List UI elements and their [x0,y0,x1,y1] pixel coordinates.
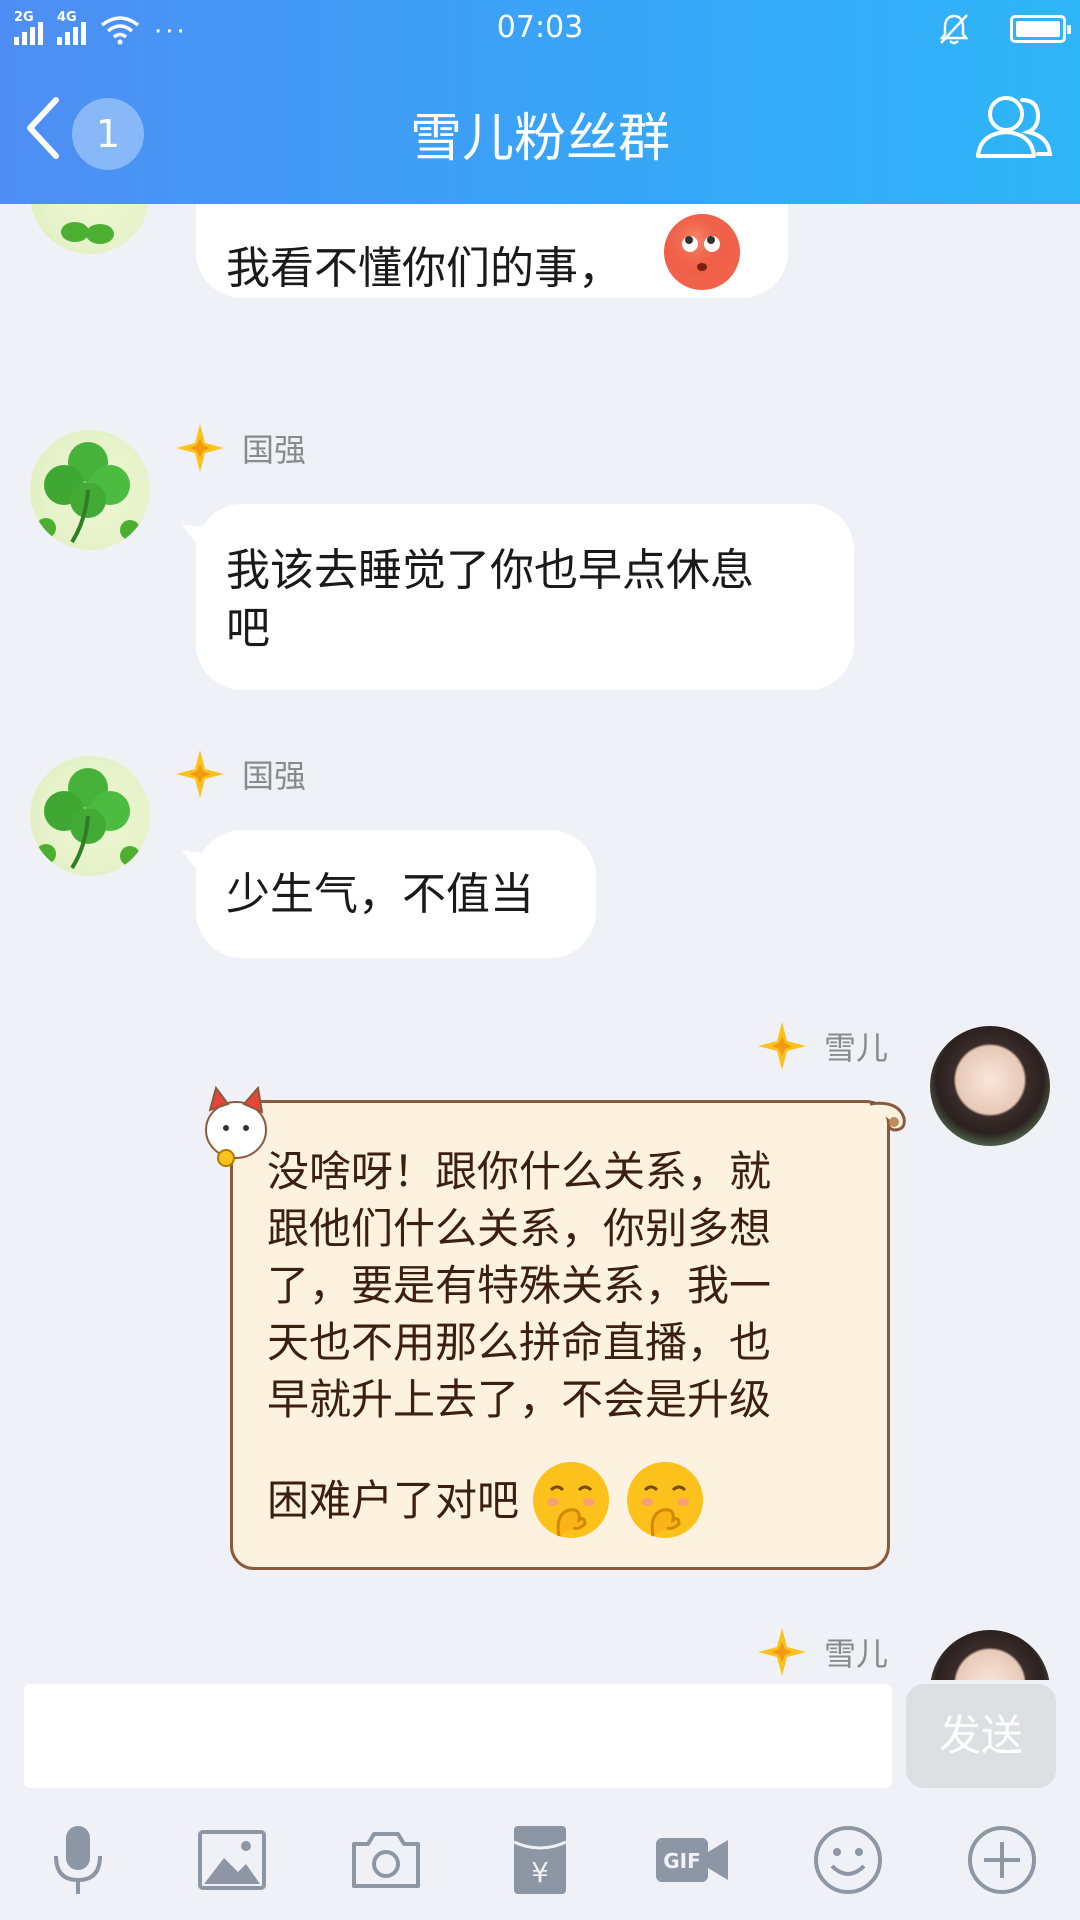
message-line: 了，要是有特殊关系，我一 [267,1261,772,1310]
chat-messages[interactable]: 我看不懂你们的事， 国强 我该去睡觉了你也早点休息 吧 国强 少生气，不值当 雪… [0,204,1080,1680]
navbar: 1 雪儿粉丝群 [0,78,1080,178]
chat-header: 2G 4G ··· 07:03 1 雪儿粉丝群 [0,0,1080,204]
gif-icon[interactable]: GIF [652,1820,732,1900]
scroll-curl-icon [869,1101,906,1132]
message-text: 没啥呀！跟你什么关系，就 跟他们什么关系，你别多想 了，要是有特殊关系，我一 天… [267,1143,867,1542]
clover-icon [36,442,140,544]
group-members-button[interactable] [972,86,1056,170]
message-line: 困难户了对吧 [267,1475,520,1525]
mute-bell-icon [939,14,969,45]
avatar-xueer[interactable] [930,1630,1050,1680]
sender-name[interactable]: 国强 [242,751,306,797]
message-line: 跟他们什么关系，你别多想 [267,1204,772,1253]
member-level-star-icon [758,1022,806,1070]
clover-icon [61,222,114,244]
avatar-guoqiang[interactable] [30,204,150,254]
message-bubble[interactable]: 少生气，不值当 [182,830,596,958]
member-level-star-icon [176,750,224,798]
plus-more-icon[interactable] [962,1820,1042,1900]
message-bubble-scroll[interactable]: 没啥呀！跟你什么关系，就 跟他们什么关系，你别多想 了，要是有特殊关系，我一 天… [230,1100,890,1570]
sender-name[interactable]: 雪儿 [824,1023,888,1069]
message-text: 我看不懂你们的事， [226,243,622,294]
emoji-icon[interactable] [808,1820,888,1900]
sender-name-row: 国强 [176,750,306,798]
svg-text:GIF: GIF [663,1849,701,1873]
avatar-guoqiang[interactable] [30,430,150,550]
sender-name[interactable]: 国强 [242,425,306,471]
input-bar: 发送 ¥ GIF [0,1680,1080,1920]
avatar-guoqiang[interactable] [30,756,150,876]
message-bubble[interactable]: 我该去睡觉了你也早点休息 吧 [182,504,854,690]
message-line: 我该去睡觉了你也早点休息 [226,545,754,596]
image-picker-icon[interactable] [192,1820,272,1900]
message-text: 我该去睡觉了你也早点休息 吧 [226,542,826,658]
sender-name-row: 雪儿 [758,1628,888,1676]
message-text: 少生气，不值当 [226,869,534,920]
member-level-star-icon [176,424,224,472]
svg-text:¥: ¥ [531,1856,549,1889]
message-line: 没啥呀！跟你什么关系，就 [267,1147,772,1196]
voice-mic-icon[interactable] [38,1820,118,1900]
send-button[interactable]: 发送 [906,1684,1056,1788]
message-line: 早就升上去了，不会是升级 [267,1375,772,1424]
shy-hand-over-mouth-emoji-icon [627,1462,704,1538]
message-bubble[interactable]: 我看不懂你们的事， [196,204,788,298]
status-bar: 2G 4G ··· 07:03 [0,0,1080,58]
sender-name-row: 雪儿 [758,1022,888,1070]
shy-hand-over-mouth-emoji-icon [533,1462,610,1538]
clover-icon [36,768,140,870]
page-title: 雪儿粉丝群 [409,109,670,169]
status-time: 07:03 [496,10,584,45]
member-level-star-icon [758,1628,806,1676]
sender-name[interactable]: 雪儿 [824,1629,888,1675]
avatar-xueer[interactable] [930,1026,1050,1146]
bubble-tail [182,524,216,554]
bubble-tail [182,850,216,880]
red-packet-icon[interactable]: ¥ [500,1820,580,1900]
rolling-eyes-emoji-icon [664,214,740,290]
input-toolbar: ¥ GIF [0,1820,1080,1910]
camera-icon[interactable] [346,1820,426,1900]
message-line: 吧 [226,603,270,654]
battery-icon [1010,15,1071,43]
sender-name-row: 国强 [176,424,306,472]
message-input[interactable] [24,1684,892,1788]
lucky-cat-sticker-icon [205,1085,267,1167]
message-line: 天也不用那么拼命直播，也 [267,1318,772,1367]
